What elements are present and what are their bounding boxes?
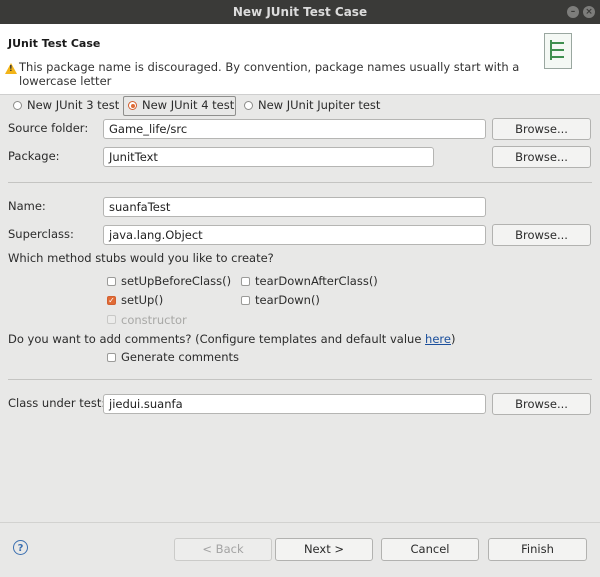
close-icon[interactable]: × [583, 6, 595, 18]
stubs-question: Which method stubs would you like to cre… [8, 251, 274, 265]
wizard-title: JUnit Test Case [8, 37, 101, 50]
source-folder-browse-button[interactable]: Browse... [492, 118, 591, 140]
back-button[interactable]: < Back [174, 538, 272, 561]
generate-comments-checkbox[interactable] [107, 353, 116, 362]
package-label: Package: [8, 149, 60, 163]
junit-banner-icon [544, 33, 572, 69]
superclass-label: Superclass: [8, 227, 74, 241]
class-under-test-input[interactable]: jiedui.suanfa [103, 394, 486, 414]
minimize-icon[interactable]: – [567, 6, 579, 18]
comments-question-text: Do you want to add comments? (Configure … [8, 332, 426, 346]
comments-question: Do you want to add comments? (Configure … [8, 332, 455, 346]
radio-junit4-label[interactable]: New JUnit 4 test [142, 98, 234, 112]
setupbeforeclass-checkbox[interactable] [107, 277, 116, 286]
warning-icon: ! [5, 63, 17, 74]
help-icon[interactable]: ? [13, 540, 28, 555]
name-label: Name: [8, 199, 46, 213]
separator [8, 182, 592, 183]
package-browse-button[interactable]: Browse... [492, 146, 591, 168]
window-title: New JUnit Test Case [0, 0, 600, 24]
superclass-input[interactable]: java.lang.Object [103, 225, 486, 245]
teardownafterclass-checkbox[interactable] [241, 277, 250, 286]
radio-jupiter-label[interactable]: New JUnit Jupiter test [258, 98, 380, 112]
teardown-label[interactable]: tearDown() [255, 293, 320, 307]
footer-separator [0, 522, 600, 523]
package-input[interactable]: JunitText [103, 147, 434, 167]
superclass-browse-button[interactable]: Browse... [492, 224, 591, 246]
constructor-checkbox [107, 315, 116, 324]
configure-templates-link[interactable]: here [425, 332, 451, 346]
radio-junit4[interactable] [128, 101, 137, 110]
separator [8, 379, 592, 380]
setupbeforeclass-label[interactable]: setUpBeforeClass() [121, 274, 231, 288]
cancel-button[interactable]: Cancel [381, 538, 479, 561]
teardownafterclass-label[interactable]: tearDownAfterClass() [255, 274, 378, 288]
name-input[interactable]: suanfaTest [103, 197, 486, 217]
next-button[interactable]: Next > [275, 538, 373, 561]
setup-label[interactable]: setUp() [121, 293, 163, 307]
finish-button[interactable]: Finish [488, 538, 587, 561]
radio-junit3-label[interactable]: New JUnit 3 test [27, 98, 119, 112]
source-folder-label: Source folder: [8, 121, 89, 135]
class-under-test-label: Class under test: [8, 396, 106, 410]
setup-checkbox[interactable]: ✓ [107, 296, 116, 305]
constructor-label: constructor [121, 313, 187, 327]
class-under-test-browse-button[interactable]: Browse... [492, 393, 591, 415]
source-folder-input[interactable]: Game_life/src [103, 119, 486, 139]
radio-jupiter[interactable] [244, 101, 253, 110]
radio-junit3[interactable] [13, 101, 22, 110]
teardown-checkbox[interactable] [241, 296, 250, 305]
generate-comments-label[interactable]: Generate comments [121, 350, 239, 364]
comments-question-suffix: ) [450, 332, 456, 346]
warning-message: This package name is discouraged. By con… [19, 60, 520, 88]
